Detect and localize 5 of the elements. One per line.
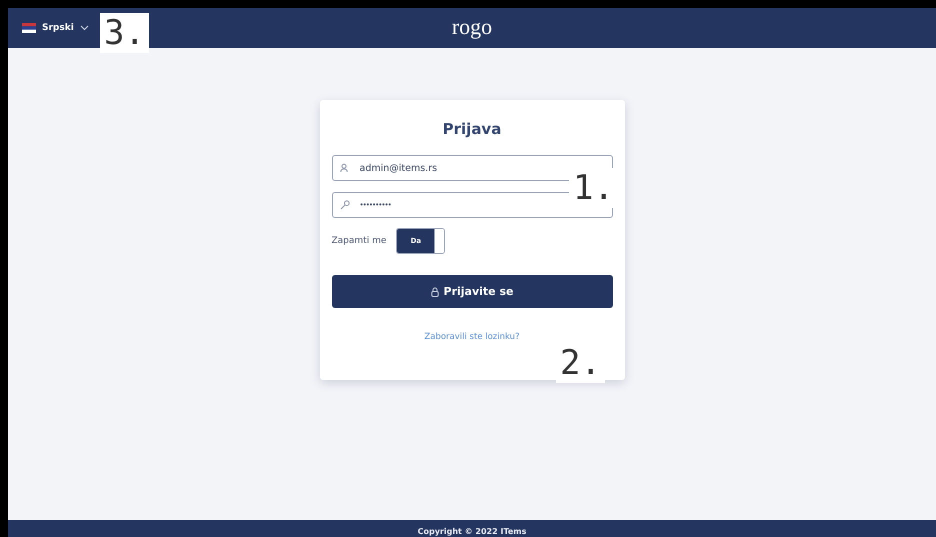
card-title: Prijava [442, 120, 502, 138]
logo: rogo [452, 14, 492, 40]
copyright-text: Copyright © 2022 ITems [418, 526, 526, 537]
callout-tooltip: 3. [100, 13, 149, 53]
remember-label: Zapamti me [332, 236, 386, 246]
